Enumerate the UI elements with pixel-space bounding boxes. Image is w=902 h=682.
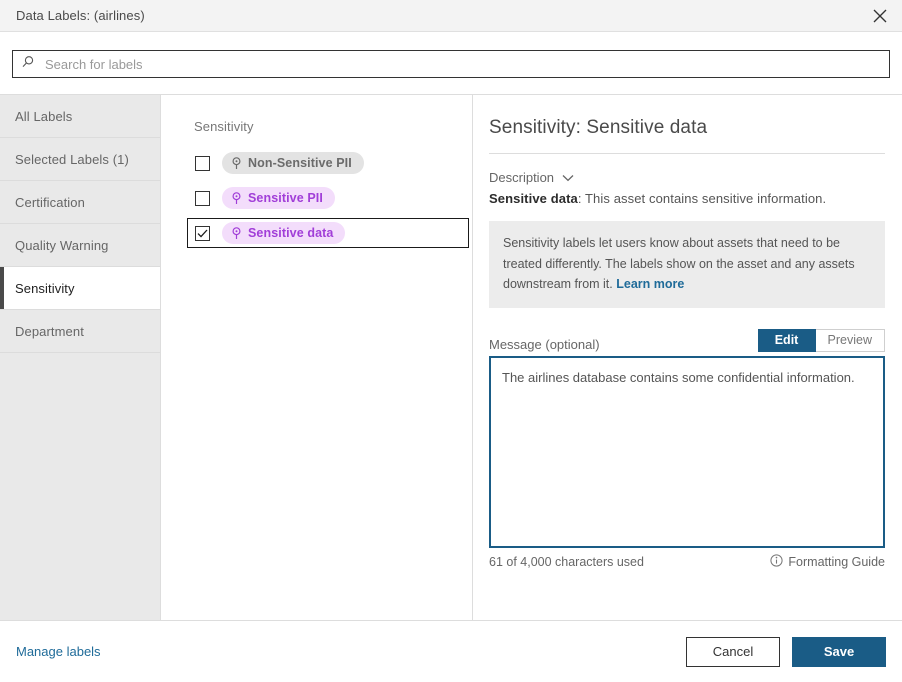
- checkmark-icon: [197, 229, 208, 238]
- character-count: 61 of 4,000 characters used: [489, 555, 644, 569]
- sidebar-item-label: Certification: [15, 195, 85, 210]
- label-checkbox-checked[interactable]: [195, 226, 210, 241]
- dialog-title: Data Labels: (airlines): [0, 8, 145, 23]
- sidebar-item-all-labels[interactable]: All Labels: [0, 95, 160, 138]
- label-chip: Sensitive data: [222, 222, 345, 244]
- dialog-body: All Labels Selected Labels (1) Certifica…: [0, 94, 902, 621]
- sidebar-item-label: Sensitivity: [15, 281, 75, 296]
- search-icon: [21, 55, 43, 74]
- chevron-down-icon: [554, 170, 574, 185]
- sidebar-item-label: Selected Labels (1): [15, 152, 129, 167]
- message-label: Message (optional): [489, 337, 600, 352]
- label-row-non-sensitive-pii[interactable]: Non-Sensitive PII: [187, 148, 469, 178]
- sidebar-item-label: Department: [15, 324, 84, 339]
- tab-preview[interactable]: Preview: [816, 329, 885, 352]
- tab-edit[interactable]: Edit: [758, 329, 816, 352]
- dialog-titlebar: Data Labels: (airlines): [0, 0, 902, 32]
- label-row-sensitive-pii[interactable]: Sensitive PII: [187, 183, 469, 213]
- manage-labels-link[interactable]: Manage labels: [16, 644, 101, 659]
- edit-preview-toggle: Edit Preview: [758, 329, 885, 352]
- description-text: Sensitive data: This asset contains sens…: [489, 191, 885, 206]
- data-labels-dialog: Data Labels: (airlines): [0, 0, 902, 682]
- sidebar-item-quality-warning[interactable]: Quality Warning: [0, 224, 160, 267]
- label-checkbox[interactable]: [195, 156, 210, 171]
- sidebar-item-certification[interactable]: Certification: [0, 181, 160, 224]
- label-row-sensitive-data[interactable]: Sensitive data: [187, 218, 469, 248]
- description-toggle-label: Description: [489, 170, 554, 185]
- keyhole-icon: [231, 227, 242, 240]
- description-body: : This asset contains sensitive informat…: [578, 191, 826, 206]
- category-sidebar: All Labels Selected Labels (1) Certifica…: [0, 95, 161, 620]
- sidebar-item-label: Quality Warning: [15, 238, 109, 253]
- label-chip: Non-Sensitive PII: [222, 152, 364, 174]
- message-textarea[interactable]: [489, 356, 885, 548]
- keyhole-icon: [231, 192, 242, 205]
- learn-more-link[interactable]: Learn more: [616, 277, 684, 291]
- keyhole-icon: [231, 157, 242, 170]
- info-icon: [770, 554, 788, 570]
- message-header: Message (optional) Edit Preview: [489, 329, 885, 352]
- labels-list-panel: Sensitivity Non-Sensitive PII: [161, 95, 473, 620]
- detail-divider: [489, 153, 885, 154]
- search-input[interactable]: [43, 51, 881, 77]
- formatting-guide-link[interactable]: Formatting Guide: [770, 554, 885, 570]
- sidebar-item-department[interactable]: Department: [0, 310, 160, 353]
- dialog-footer: Manage labels Cancel Save: [0, 621, 902, 682]
- labels-list-heading: Sensitivity: [194, 119, 472, 134]
- label-chip-text: Sensitive PII: [248, 191, 323, 205]
- formatting-guide-label: Formatting Guide: [788, 555, 885, 569]
- search-section: [0, 32, 902, 94]
- label-detail-panel: Sensitivity: Sensitive data Description …: [473, 95, 902, 620]
- description-toggle[interactable]: Description: [489, 170, 574, 185]
- info-callout: Sensitivity labels let users know about …: [489, 221, 885, 308]
- label-chip: Sensitive PII: [222, 187, 335, 209]
- cancel-button[interactable]: Cancel: [686, 637, 780, 667]
- sidebar-item-sensitivity[interactable]: Sensitivity: [0, 267, 161, 310]
- label-chip-text: Non-Sensitive PII: [248, 156, 352, 170]
- label-checkbox[interactable]: [195, 191, 210, 206]
- message-footer: 61 of 4,000 characters used Formatting G…: [489, 554, 885, 570]
- sidebar-item-label: All Labels: [15, 109, 72, 124]
- sidebar-item-selected-labels[interactable]: Selected Labels (1): [0, 138, 160, 181]
- label-chip-text: Sensitive data: [248, 226, 333, 240]
- description-label-name: Sensitive data: [489, 191, 578, 206]
- close-button[interactable]: [858, 0, 902, 32]
- search-box[interactable]: [12, 50, 890, 78]
- save-button[interactable]: Save: [792, 637, 886, 667]
- sidebar-filler: [0, 353, 160, 620]
- detail-title: Sensitivity: Sensitive data: [489, 117, 885, 139]
- close-icon: [873, 9, 887, 23]
